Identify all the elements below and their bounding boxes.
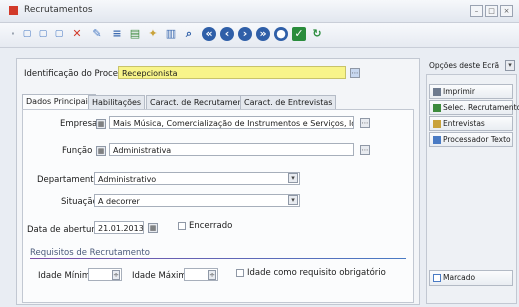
- new-icon[interactable]: ▢: [20, 27, 34, 41]
- document-icon: [433, 136, 441, 144]
- dot-icon[interactable]: ·: [6, 27, 20, 41]
- empresa-lookup-button[interactable]: ⋯: [360, 118, 370, 128]
- list-icon[interactable]: ≡: [110, 27, 124, 41]
- marcado-label: Marcado: [443, 273, 476, 282]
- minimize-icon[interactable]: –: [470, 5, 483, 17]
- refresh-icon[interactable]: ↻: [310, 27, 324, 41]
- funcao-label: Função: [62, 146, 93, 156]
- idade-requisito-label: Idade como requisito obrigatório: [247, 268, 386, 278]
- export-icon[interactable]: ▤: [128, 27, 142, 41]
- window-title: Recrutamentos: [24, 5, 93, 15]
- process-field[interactable]: Recepcionista: [118, 66, 346, 79]
- processador-texto-button[interactable]: Processador Texto: [429, 132, 513, 147]
- requisitos-title: Requisitos de Recrutamento: [30, 248, 150, 258]
- funcao-lookup-button[interactable]: ⋯: [360, 145, 370, 155]
- chart-icon[interactable]: ▥: [164, 27, 178, 41]
- processador-texto-label: Processador Texto: [443, 135, 511, 144]
- empresa-label: Empresa: [60, 119, 98, 129]
- open-icon[interactable]: ▢: [36, 27, 50, 41]
- data-abertura-field[interactable]: 21.01.2013: [94, 221, 144, 234]
- chevron-down-icon[interactable]: ▾: [505, 60, 515, 71]
- stepper-icon[interactable]: ÷: [208, 270, 216, 280]
- entrevistas-label: Entrevistas: [443, 119, 485, 128]
- encerrado-label: Encerrado: [189, 221, 233, 231]
- idade-requisito-checkbox[interactable]: [236, 269, 244, 277]
- confirm-icon[interactable]: ✓: [292, 27, 306, 41]
- situacao-select[interactable]: A decorrer: [94, 194, 300, 207]
- app-icon: [9, 6, 18, 15]
- selec-recrutamento-button[interactable]: Selec. Recrutamento: [429, 100, 519, 115]
- marcado-toggle[interactable]: Marcado: [429, 270, 513, 286]
- printer-icon: [433, 88, 441, 96]
- process-label: Identificação do Processo: [24, 69, 132, 79]
- departamento-select[interactable]: Administrativo: [94, 172, 300, 185]
- departamento-label: Departamento: [37, 175, 99, 185]
- next-icon[interactable]: ›: [238, 27, 252, 41]
- tab-habilitacoes[interactable]: Habilitações: [88, 95, 146, 109]
- empresa-grid-icon[interactable]: ▦: [96, 119, 106, 129]
- encerrado-checkbox[interactable]: [178, 222, 186, 230]
- process-lookup-button[interactable]: ⋯: [350, 68, 360, 78]
- calendar-icon[interactable]: ▦: [148, 223, 158, 233]
- tab-dados-principais[interactable]: Dados Principais: [22, 94, 97, 109]
- chevron-down-icon[interactable]: ▾: [288, 173, 298, 183]
- close-icon[interactable]: ×: [500, 5, 513, 17]
- stepper-icon[interactable]: ÷: [112, 270, 120, 280]
- last-icon[interactable]: »: [256, 27, 270, 41]
- funcao-field[interactable]: Administrativa: [109, 143, 354, 156]
- idade-minima-label: Idade Mínima: [38, 271, 96, 281]
- checkbox-icon: [433, 274, 441, 282]
- chevron-down-icon[interactable]: ▾: [288, 195, 298, 205]
- toolbar: · ▢ ▢ ▢ ✕ ✎ ≡ ▤ ✦ ▥ ⌕ « ‹ › » ● ✓ ↻: [0, 23, 519, 48]
- options-label: Opções deste Ecrã: [429, 61, 500, 70]
- save-icon[interactable]: ●: [274, 27, 288, 41]
- users-icon: [433, 104, 441, 112]
- idade-maxima-label: Idade Máxima: [132, 271, 192, 281]
- search-icon[interactable]: ⌕: [182, 27, 196, 41]
- funcao-grid-icon[interactable]: ▦: [96, 146, 106, 156]
- entrevistas-button[interactable]: Entrevistas: [429, 116, 513, 131]
- copy-icon[interactable]: ▢: [52, 27, 66, 41]
- imprimir-label: Imprimir: [443, 87, 475, 96]
- first-icon[interactable]: «: [202, 27, 216, 41]
- data-abertura-label: Data de abertura: [27, 225, 101, 235]
- window: Recrutamentos – □ × · ▢ ▢ ▢ ✕ ✎ ≡ ▤ ✦ ▥ …: [0, 0, 519, 307]
- empresa-field[interactable]: Mais Música, Comercialização de Instrume…: [109, 116, 354, 129]
- imprimir-button[interactable]: Imprimir: [429, 84, 513, 99]
- maximize-icon[interactable]: □: [485, 5, 498, 17]
- edit-icon[interactable]: ✎: [90, 27, 104, 41]
- situacao-label: Situação: [61, 197, 98, 207]
- delete-icon[interactable]: ✕: [70, 27, 84, 41]
- selec-recrutamento-label: Selec. Recrutamento: [443, 103, 519, 112]
- tab-caract-recrutamento[interactable]: Caract. de Recrutamento: [146, 95, 255, 109]
- tab-caract-entrevistas[interactable]: Caract. de Entrevistas: [240, 95, 337, 109]
- title-bar: Recrutamentos – □ ×: [0, 0, 519, 23]
- interview-icon: [433, 120, 441, 128]
- star-icon[interactable]: ✦: [146, 27, 160, 41]
- divider: [30, 258, 406, 259]
- prev-icon[interactable]: ‹: [220, 27, 234, 41]
